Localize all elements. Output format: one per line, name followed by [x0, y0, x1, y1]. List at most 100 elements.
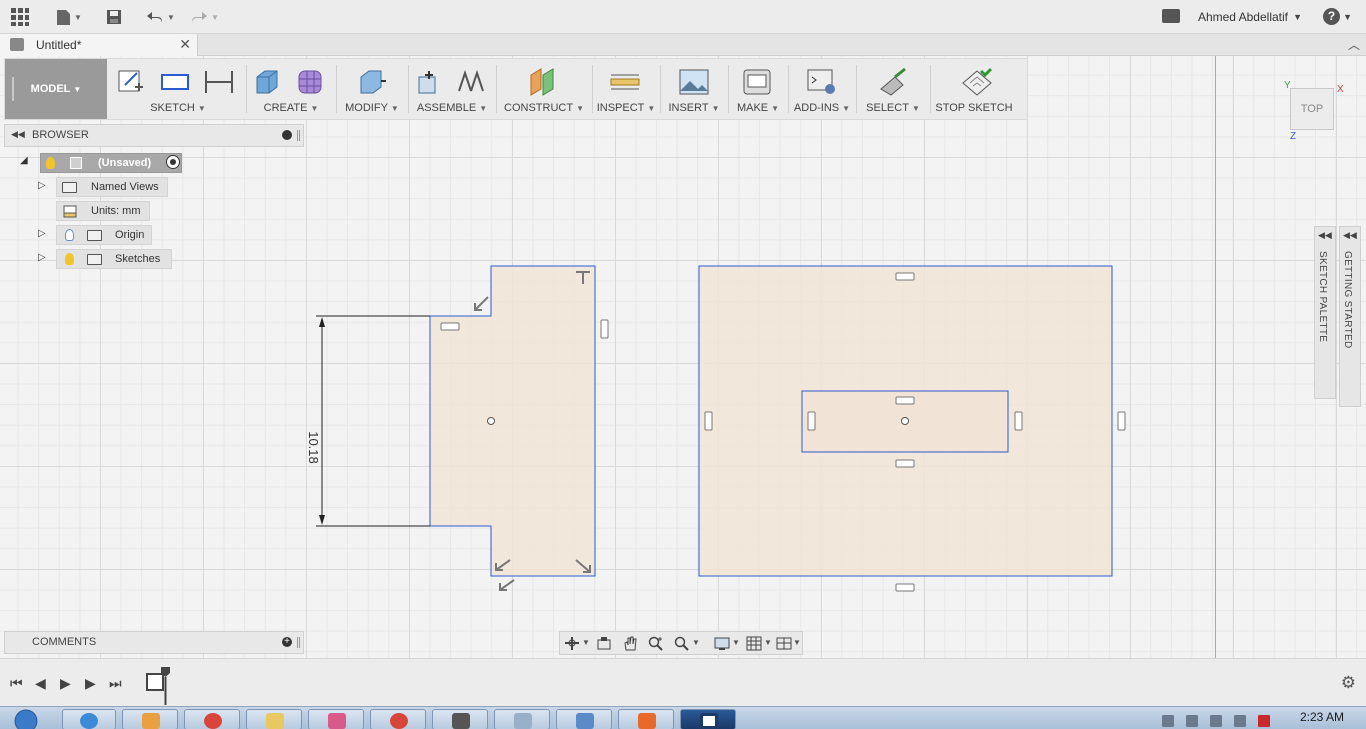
- 3d-print-icon[interactable]: [741, 67, 773, 97]
- sketches-node[interactable]: Sketches: [56, 249, 172, 269]
- browser-panel-header[interactable]: ◀◀ BROWSER: [4, 124, 304, 147]
- named-views-row[interactable]: ▷ Named Views: [38, 177, 178, 197]
- create-group[interactable]: CREATE ▼: [247, 59, 335, 119]
- taskbar-window[interactable]: [494, 709, 550, 729]
- add-comment-icon[interactable]: +: [282, 637, 292, 647]
- visibility-bulb-icon[interactable]: [65, 229, 74, 241]
- tray-icon[interactable]: [1210, 715, 1222, 727]
- make-group[interactable]: MAKE ▼: [729, 59, 787, 119]
- taskbar-active-app[interactable]: [680, 709, 736, 729]
- units-node[interactable]: Units: mm: [56, 201, 150, 221]
- root-component-node[interactable]: (Unsaved): [40, 153, 182, 173]
- start-button-icon[interactable]: [4, 708, 44, 729]
- insert-image-icon[interactable]: [678, 67, 710, 97]
- go-to-start-icon[interactable]: ⏮: [10, 675, 23, 692]
- chevron-down-icon[interactable]: ▼: [1343, 12, 1352, 22]
- minimize-icon[interactable]: [282, 130, 292, 140]
- timeline-playhead[interactable]: [161, 667, 170, 705]
- look-at-icon[interactable]: [596, 636, 612, 651]
- notifications-icon[interactable]: [1162, 9, 1180, 23]
- browser-root-row[interactable]: ◢ (Unsaved): [20, 153, 190, 173]
- tray-icon[interactable]: [1186, 715, 1198, 727]
- tray-alert-icon[interactable]: [1258, 715, 1270, 727]
- taskbar-chrome-2[interactable]: [370, 709, 426, 729]
- grid-settings-icon[interactable]: [746, 636, 762, 651]
- activate-radio-icon[interactable]: [166, 155, 180, 169]
- taskbar-app[interactable]: [432, 709, 488, 729]
- view-cube-face[interactable]: TOP: [1301, 103, 1323, 115]
- getting-started-tab[interactable]: ◀◀ GETTING STARTED: [1339, 226, 1361, 407]
- viewports-icon[interactable]: [776, 636, 792, 651]
- chevron-down-icon[interactable]: ▼: [1293, 12, 1302, 22]
- taskbar-paint[interactable]: [308, 709, 364, 729]
- create-sketch-icon[interactable]: [115, 67, 147, 97]
- user-name[interactable]: Ahmed Abdellatif: [1198, 10, 1288, 24]
- taskbar-ie[interactable]: [62, 709, 116, 729]
- construct-group[interactable]: CONSTRUCT ▼: [497, 59, 591, 119]
- units-row[interactable]: Units: mm: [56, 201, 156, 221]
- gear-icon[interactable]: ⚙: [1341, 673, 1356, 693]
- taskbar-media[interactable]: [122, 709, 178, 729]
- origin-node[interactable]: Origin: [56, 225, 152, 245]
- document-tab[interactable]: Untitled* ✕: [0, 34, 198, 56]
- expand-left-icon[interactable]: ◀◀: [1343, 230, 1357, 241]
- visibility-bulb-icon[interactable]: [65, 253, 74, 265]
- modify-group[interactable]: MODIFY ▼: [337, 59, 407, 119]
- step-back-icon[interactable]: ◀: [35, 675, 46, 692]
- close-icon[interactable]: ✕: [179, 36, 191, 53]
- fit-icon[interactable]: [674, 636, 690, 651]
- measure-icon[interactable]: [609, 67, 641, 97]
- collapse-icon[interactable]: ︿: [1348, 36, 1360, 53]
- sketches-row[interactable]: ▷ Sketches: [38, 249, 178, 269]
- grip-handle[interactable]: [12, 77, 14, 101]
- save-icon[interactable]: [106, 7, 122, 27]
- play-icon[interactable]: ▶: [60, 675, 71, 692]
- taskbar-clock[interactable]: 2:23 AM: [1300, 710, 1344, 724]
- taskbar-chrome-1[interactable]: [184, 709, 240, 729]
- new-component-icon[interactable]: [413, 67, 445, 97]
- stop-sketch-group[interactable]: STOP SKETCH: [931, 59, 1017, 119]
- expand-triangle-icon[interactable]: ▷: [38, 180, 46, 191]
- assemble-group[interactable]: ASSEMBLE ▼: [409, 59, 495, 119]
- insert-group[interactable]: INSERT ▼: [661, 59, 727, 119]
- select-icon[interactable]: [877, 67, 909, 97]
- dimension-icon[interactable]: [203, 67, 235, 97]
- form-icon[interactable]: [295, 67, 327, 97]
- select-group[interactable]: SELECT ▼: [857, 59, 929, 119]
- press-pull-icon[interactable]: [355, 67, 387, 97]
- comments-panel-header[interactable]: COMMENTS +: [4, 631, 304, 654]
- named-views-node[interactable]: Named Views: [56, 177, 168, 197]
- workspace-switcher[interactable]: MODEL ▼: [5, 59, 107, 119]
- expand-triangle-icon[interactable]: ▷: [38, 228, 46, 239]
- orbit-icon[interactable]: [564, 636, 580, 651]
- inspect-group[interactable]: INSPECT ▼: [593, 59, 659, 119]
- help-icon[interactable]: ?: [1323, 8, 1340, 25]
- tray-icon[interactable]: [1162, 715, 1174, 727]
- rectangle-icon[interactable]: [159, 67, 191, 97]
- sketch-group[interactable]: SKETCH ▼: [111, 59, 245, 119]
- offset-plane-icon[interactable]: [527, 67, 559, 97]
- file-menu-icon[interactable]: ▼: [56, 7, 82, 27]
- view-cube[interactable]: TOP: [1290, 88, 1334, 130]
- joint-icon[interactable]: [455, 67, 487, 97]
- taskbar-screen[interactable]: [556, 709, 612, 729]
- expand-triangle-icon[interactable]: ▷: [38, 252, 46, 263]
- visibility-bulb-icon[interactable]: [46, 157, 55, 169]
- taskbar-explorer[interactable]: [246, 709, 302, 729]
- taskbar-fusion[interactable]: [618, 709, 674, 729]
- scripts-icon[interactable]: [806, 67, 838, 97]
- go-to-end-icon[interactable]: ⏭: [109, 675, 122, 692]
- collapse-left-icon[interactable]: ◀◀: [11, 129, 25, 140]
- addins-group[interactable]: ADD-INS ▼: [789, 59, 855, 119]
- expand-left-icon[interactable]: ◀◀: [1318, 230, 1332, 241]
- stop-sketch-icon[interactable]: [961, 67, 993, 97]
- pan-hand-icon[interactable]: [622, 636, 638, 651]
- expand-triangle-icon[interactable]: ◢: [20, 155, 28, 166]
- undo-icon[interactable]: ▼: [146, 7, 175, 27]
- step-forward-icon[interactable]: ▶: [85, 675, 96, 692]
- display-settings-icon[interactable]: [714, 636, 730, 651]
- origin-row[interactable]: ▷ Origin: [38, 225, 158, 245]
- redo-icon[interactable]: ▼: [190, 7, 219, 27]
- volume-icon[interactable]: [1234, 715, 1246, 727]
- panel-grip[interactable]: [297, 637, 300, 648]
